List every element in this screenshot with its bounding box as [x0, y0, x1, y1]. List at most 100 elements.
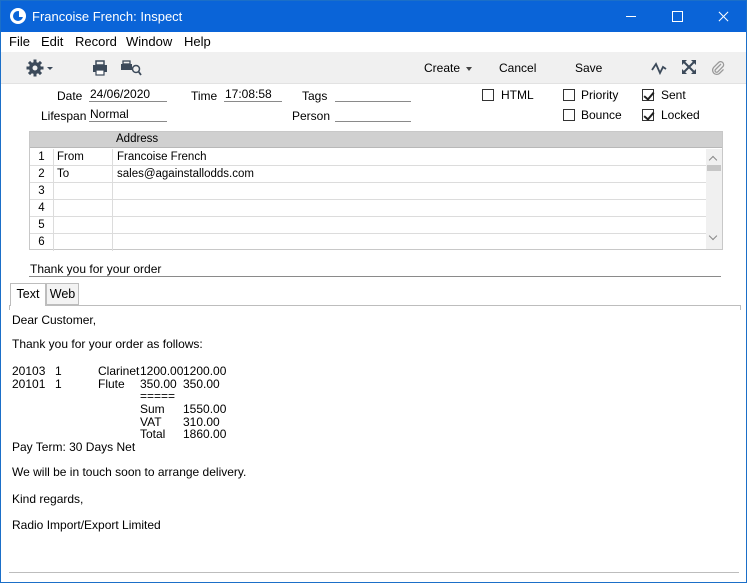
address-grid: Address 1 From Francoise French 2 To sal…	[29, 131, 723, 251]
priority-checkbox[interactable]	[563, 89, 575, 101]
scroll-thumb[interactable]	[707, 165, 721, 171]
menu-help[interactable]: Help	[184, 34, 211, 49]
tab-text[interactable]: Text	[10, 283, 46, 306]
date-label: Date	[57, 89, 83, 103]
person-label: Person	[292, 109, 331, 123]
chevron-down-icon	[466, 66, 473, 71]
row-number: 6	[30, 234, 54, 251]
row-number: 1	[30, 149, 54, 166]
locked-label: Locked	[661, 108, 700, 122]
bounce-checkbox[interactable]	[563, 109, 575, 121]
line-code: 20101	[12, 377, 46, 391]
app-logo-icon	[10, 8, 26, 24]
scroll-down-icon[interactable]	[708, 231, 718, 241]
row-number: 4	[30, 200, 54, 217]
delivery-note: We will be in touch soon to arrange deli…	[12, 465, 247, 479]
menu-record[interactable]: Record	[75, 34, 117, 49]
role-cell[interactable]: From	[54, 149, 113, 166]
menu-file[interactable]: File	[9, 34, 30, 49]
body-greeting: Dear Customer,	[12, 313, 97, 327]
company-name: Radio Import/Export Limited	[12, 518, 161, 532]
line-total: 1200.00	[183, 364, 227, 378]
html-checkbox[interactable]	[482, 89, 494, 101]
tab-web[interactable]: Web	[46, 283, 79, 305]
regards: Kind regards,	[12, 492, 84, 506]
line-code: 20103	[12, 364, 46, 378]
gear-icon	[26, 59, 53, 77]
title-bar: Francoise French: Inspect	[1, 1, 746, 32]
time-label: Time	[191, 89, 218, 103]
tags-field[interactable]	[335, 88, 411, 102]
toolbar: Create Cancel Save	[1, 52, 746, 84]
total-value: 1860.00	[183, 427, 227, 441]
person-field[interactable]	[335, 108, 411, 122]
scroll-up-icon[interactable]	[708, 155, 718, 165]
grid-scrollbar[interactable]	[706, 149, 722, 249]
table-row[interactable]: 4	[30, 200, 706, 217]
create-menu-button[interactable]: Create	[424, 61, 473, 75]
date-field[interactable]: 24/06/2020	[89, 88, 167, 102]
locked-checkbox[interactable]	[642, 109, 654, 121]
address-cell[interactable]	[113, 200, 706, 217]
address-column-header: Address	[116, 133, 159, 145]
save-button[interactable]: Save	[575, 61, 602, 75]
table-row[interactable]: 3	[30, 183, 706, 200]
role-cell[interactable]	[54, 200, 113, 217]
menu-window[interactable]: Window	[126, 34, 172, 49]
body-bottom-border	[9, 572, 739, 573]
row-number: 2	[30, 166, 54, 183]
expand-button[interactable]	[682, 60, 696, 77]
attachment-button[interactable]	[711, 60, 725, 79]
lifespan-label: Lifespan	[41, 109, 87, 123]
role-cell[interactable]: To	[54, 166, 113, 183]
sum-value: 1550.00	[183, 402, 227, 416]
table-row[interactable]: 6	[30, 234, 706, 251]
maximize-button[interactable]	[654, 1, 700, 32]
priority-label: Priority	[581, 88, 619, 102]
minimize-button[interactable]	[608, 1, 654, 32]
line-qty: 1	[55, 377, 62, 391]
lifespan-field[interactable]: Normal	[89, 108, 167, 122]
role-cell[interactable]	[54, 183, 113, 200]
time-field[interactable]: 17:08:58	[224, 88, 282, 102]
activity-button[interactable]	[651, 61, 667, 78]
row-number: 3	[30, 183, 54, 200]
inspect-window: Francoise French: Inspect File Edit Reco…	[0, 0, 747, 583]
create-label: Create	[424, 61, 461, 75]
window-title: Francoise French: Inspect	[32, 9, 183, 24]
sum-label: Sum	[140, 402, 165, 416]
subject-field[interactable]: Thank you for your order	[29, 263, 721, 277]
print-button[interactable]	[92, 60, 108, 79]
address-cell[interactable]	[113, 234, 706, 251]
tags-label: Tags	[302, 89, 328, 103]
cancel-button[interactable]: Cancel	[499, 61, 536, 75]
gear-menu-button[interactable]	[26, 59, 54, 80]
address-cell[interactable]: sales@againstallodds.com	[113, 166, 706, 183]
sum-separator: =====	[140, 389, 176, 403]
activity-pulse-icon	[651, 62, 667, 76]
menu-edit[interactable]: Edit	[41, 34, 63, 49]
table-row[interactable]: 1 From Francoise French	[30, 149, 706, 166]
sent-checkbox[interactable]	[642, 89, 654, 101]
paperclip-icon	[711, 61, 725, 76]
address-cell[interactable]: Francoise French	[113, 149, 706, 166]
table-row[interactable]: 2 To sales@againstallodds.com	[30, 166, 706, 183]
printer-icon	[93, 60, 107, 76]
role-cell[interactable]	[54, 234, 113, 251]
html-label: HTML	[501, 88, 534, 102]
role-cell[interactable]	[54, 217, 113, 234]
line-total: 350.00	[183, 377, 220, 391]
print-preview-icon	[121, 60, 142, 76]
total-label: Total	[140, 427, 166, 441]
address-cell[interactable]	[113, 217, 706, 234]
bounce-label: Bounce	[581, 108, 622, 122]
print-preview-button[interactable]	[120, 60, 142, 79]
close-button[interactable]	[700, 1, 746, 32]
line-price: 1200.00	[140, 364, 184, 378]
row-number: 5	[30, 217, 54, 234]
address-cell[interactable]	[113, 183, 706, 200]
line-qty: 1	[55, 364, 62, 378]
expand-arrows-icon	[682, 60, 696, 74]
message-body[interactable]: Dear Customer, Thank you for your order …	[1, 310, 746, 572]
table-row[interactable]: 5	[30, 217, 706, 234]
